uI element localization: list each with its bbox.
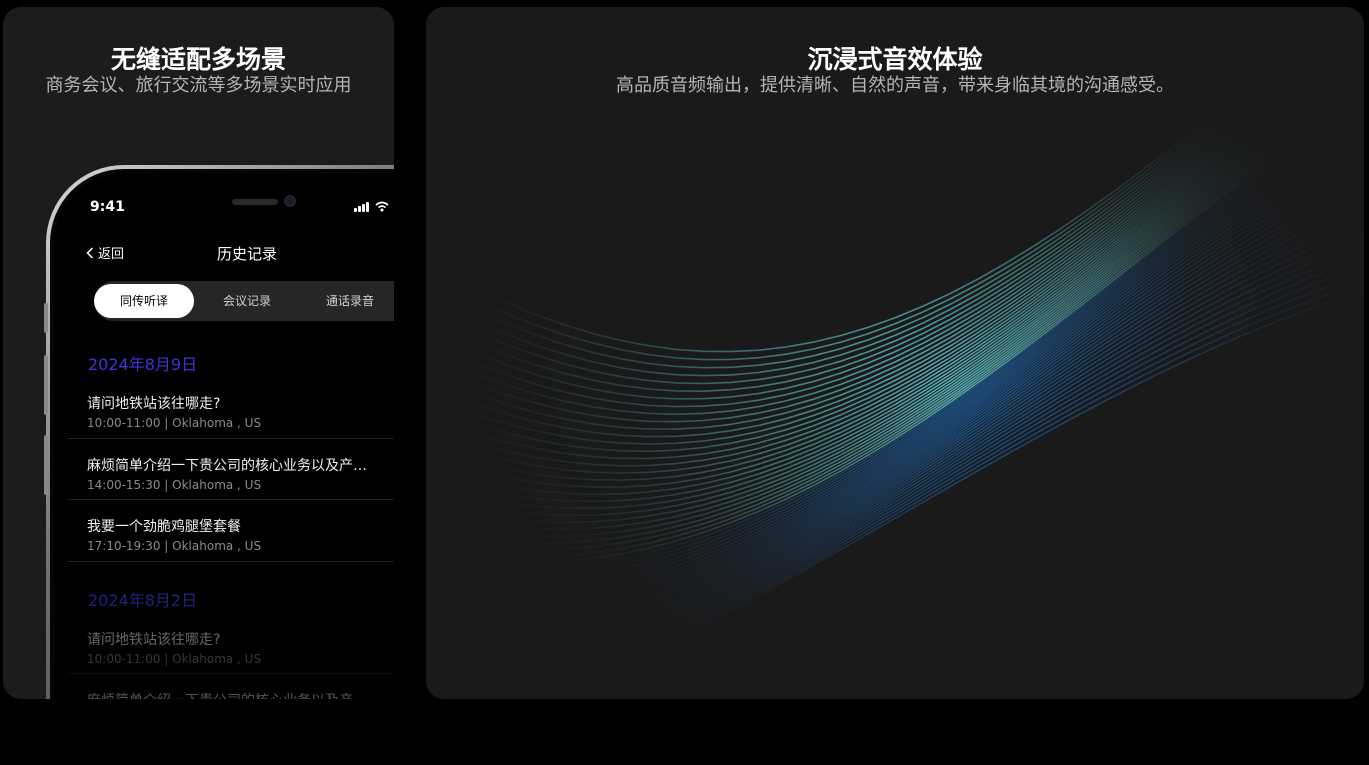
audio-subtitle: 高品质音频输出，提供清晰、自然的声音，带来身临其境的沟通感受。 <box>616 75 1174 96</box>
bottom-fade <box>54 555 394 699</box>
list-item[interactable]: 麻烦简单介绍一下贵公司的核心业务以及产… <box>87 690 394 699</box>
scenario-title: 无缝适配多场景 <box>110 45 286 74</box>
back-label: 返回 <box>98 247 125 262</box>
item-meta: 17:10-19:30 | Oklahoma , US <box>87 539 262 553</box>
phone-screen: 9:41 返回 历史记录 同传听译 会议记录 通话录音 2024年8月9日 请问… <box>54 173 394 699</box>
back-button[interactable]: 返回 <box>86 243 124 262</box>
tab-call-recordings[interactable]: 通话录音 <box>300 284 394 318</box>
phone-volume-down <box>44 435 48 495</box>
wave-line <box>426 117 1253 430</box>
item-title: 麻烦简单介绍一下贵公司的核心业务以及产… <box>87 458 367 474</box>
chevron-left-icon <box>86 246 94 259</box>
phone-side-button <box>44 303 48 333</box>
item-meta: 10:00-11:00 | Oklahoma , US <box>87 416 262 430</box>
divider <box>67 561 394 562</box>
date-header: 2024年8月2日 <box>88 591 198 610</box>
list-item[interactable]: 我要一个劲脆鸡腿堡套餐 17:10-19:30 | Oklahoma , US <box>87 516 394 553</box>
list-item[interactable]: 请问地铁站该往哪走? 10:00-11:00 | Oklahoma , US <box>87 629 394 666</box>
tab-meeting-records[interactable]: 会议记录 <box>197 284 297 318</box>
audio-card: 沉浸式音效体验 高品质音频输出，提供清晰、自然的声音，带来身临其境的沟通感受。 <box>426 7 1364 699</box>
sound-wave-illustration <box>426 117 1364 699</box>
wave-line <box>426 183 1364 676</box>
dynamic-island <box>224 195 308 207</box>
scenario-card: 无缝适配多场景 商务会议、旅行交流等多场景实时应用 9:41 返回 历史记录 同… <box>3 7 394 699</box>
item-meta: 14:00-15:30 | Oklahoma , US <box>87 478 262 492</box>
signal-bars-icon <box>354 202 369 212</box>
wave-line <box>549 289 1364 699</box>
wifi-icon <box>375 201 389 212</box>
wave-line <box>426 140 1364 630</box>
item-meta: 10:00-11:00 | Oklahoma , US <box>87 652 262 666</box>
tab-simultaneous[interactable]: 同传听译 <box>94 284 194 318</box>
wave-line <box>426 117 1282 488</box>
item-title: 请问地铁站该往哪走? <box>87 396 221 412</box>
status-time: 9:41 <box>90 199 125 215</box>
item-title: 请问地铁站该往哪走? <box>87 632 221 648</box>
date-header: 2024年8月9日 <box>88 355 198 374</box>
phone-mockup: 9:41 返回 历史记录 同传听译 会议记录 通话录音 2024年8月9日 请问… <box>44 165 394 699</box>
audio-title: 沉浸式音效体验 <box>807 45 983 74</box>
phone-volume-up <box>44 355 48 415</box>
status-icons <box>354 201 389 212</box>
page-title: 历史记录 <box>217 245 278 263</box>
item-title: 我要一个劲脆鸡腿堡套餐 <box>87 519 241 535</box>
divider <box>67 438 394 439</box>
list-item[interactable]: 请问地铁站该往哪走? 10:00-11:00 | Oklahoma , US <box>87 393 394 430</box>
history-tabs: 同传听译 会议记录 通话录音 <box>94 281 394 321</box>
item-title: 麻烦简单介绍一下贵公司的核心业务以及产… <box>87 690 377 699</box>
list-item[interactable]: 麻烦简单介绍一下贵公司的核心业务以及产… 14:00-15:30 | Oklah… <box>87 455 394 492</box>
divider <box>67 499 394 500</box>
scenario-subtitle: 商务会议、旅行交流等多场景实时应用 <box>45 75 352 96</box>
divider <box>67 673 394 674</box>
